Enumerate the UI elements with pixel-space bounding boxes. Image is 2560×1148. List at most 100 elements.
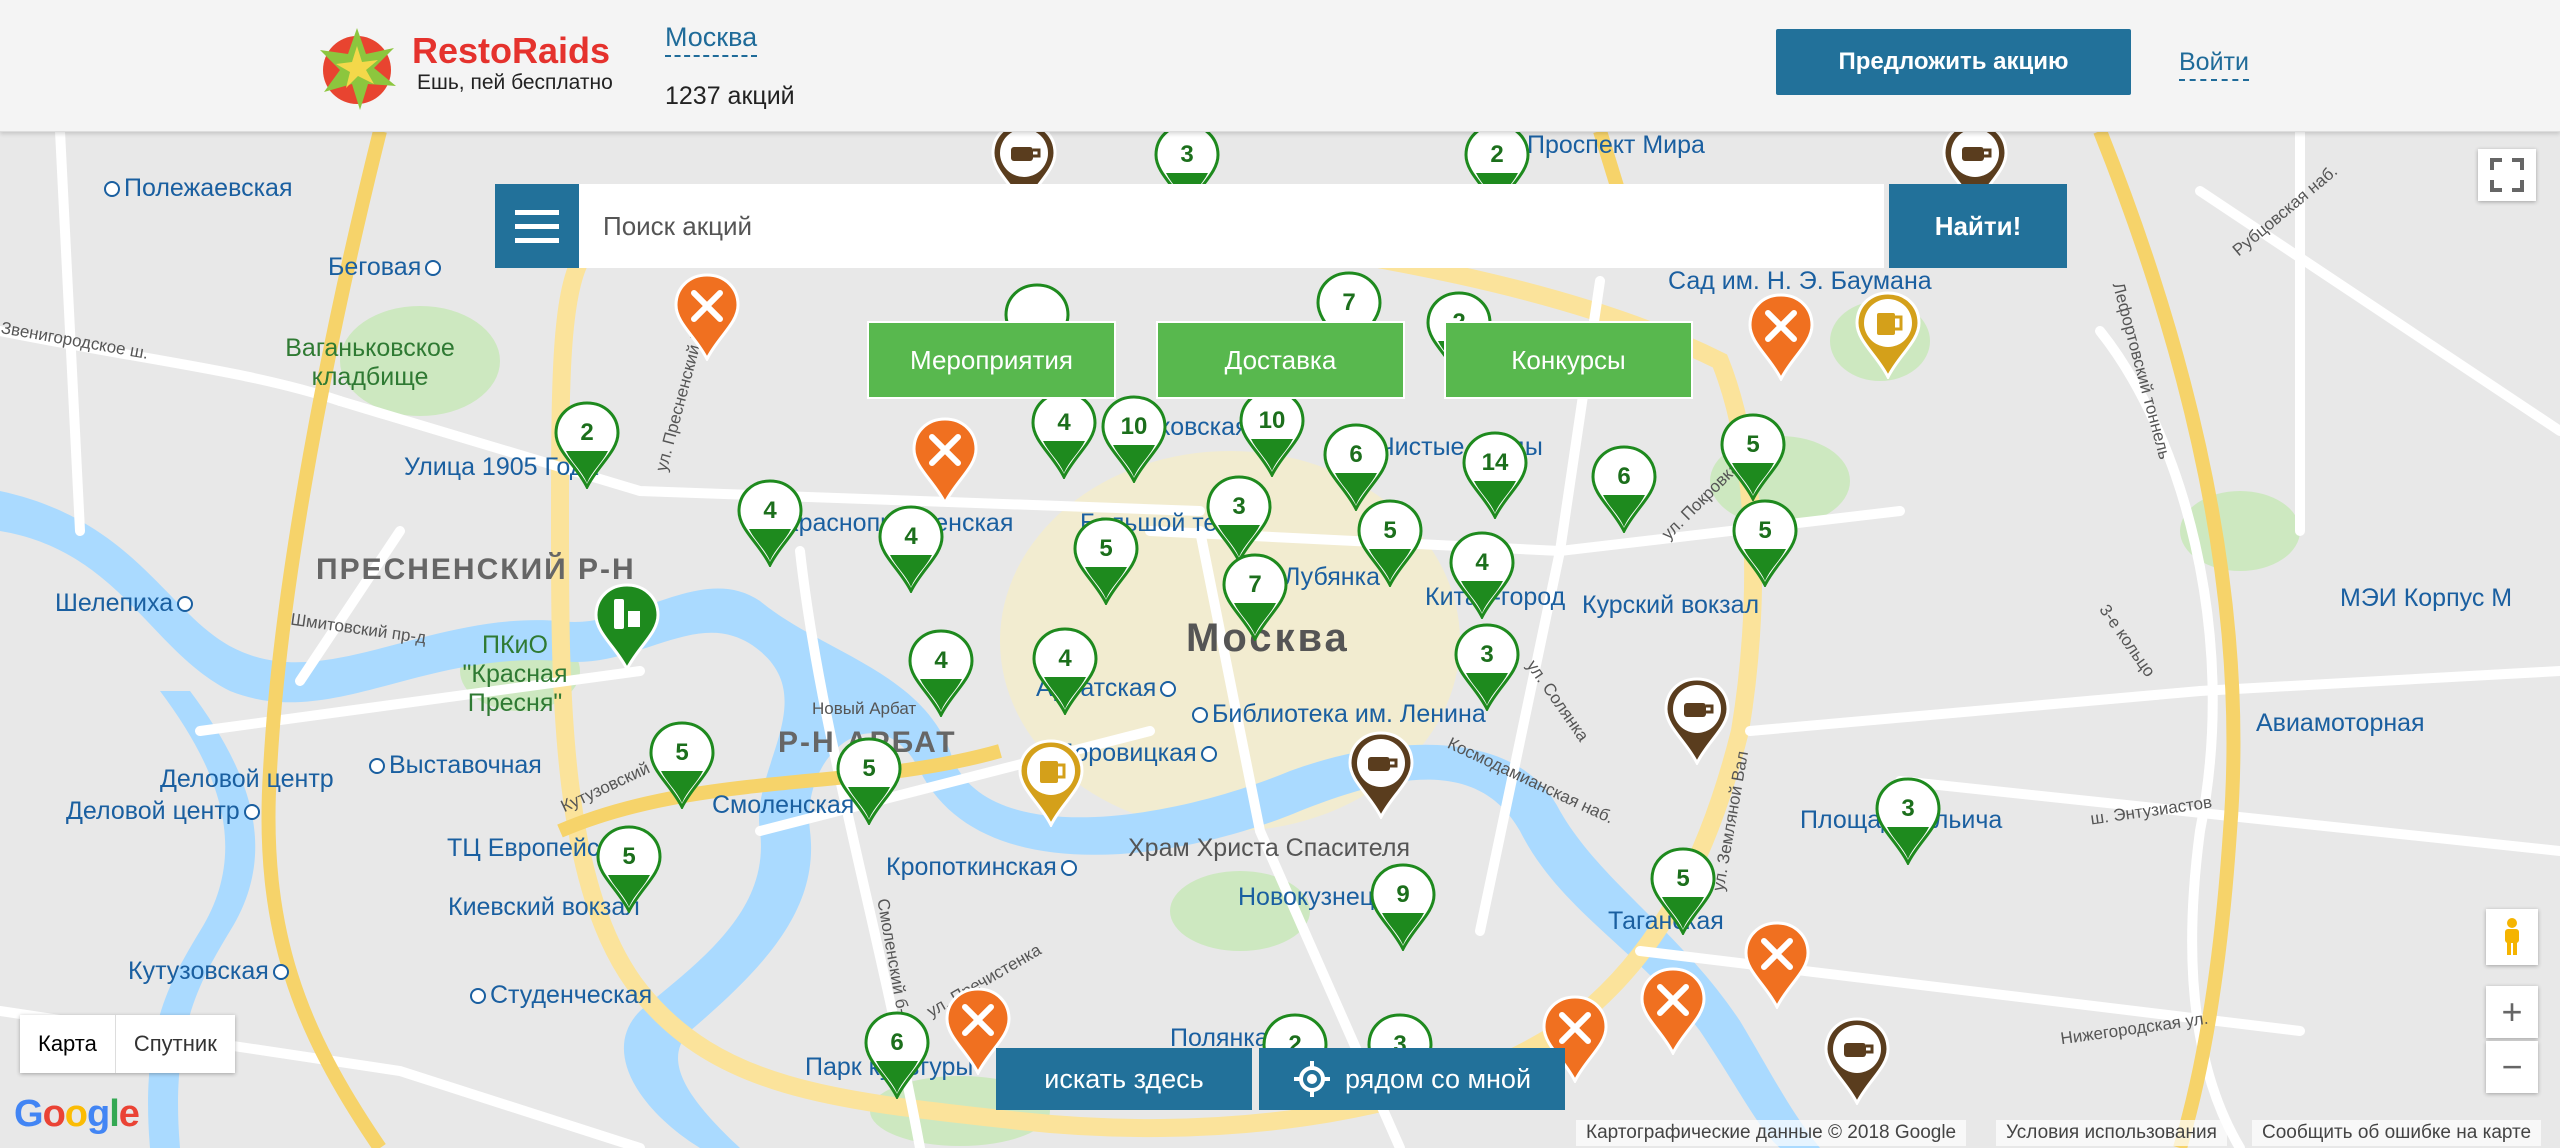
coffee-cup-marker-icon[interactable] [1346, 729, 1416, 821]
place-label: Шелепиха [55, 589, 197, 618]
drinks-marker-icon[interactable] [592, 581, 662, 673]
deal-count-label: 5 [1758, 517, 1772, 544]
place-label: Выставочная [365, 751, 542, 780]
place-label: Смоленская [712, 791, 855, 819]
menu-button[interactable] [495, 184, 579, 268]
restoraids-logo-icon[interactable] [312, 20, 402, 115]
district-label: ПРЕСНЕНСКИЙ Р-Н [316, 553, 636, 586]
beer-mug-marker-icon[interactable] [1853, 289, 1923, 381]
deal-count-label: 7 [1248, 571, 1262, 598]
place-label: Проспект Мира [1527, 131, 1705, 159]
deal-marker[interactable]: 4 [1030, 625, 1100, 717]
deal-marker[interactable]: 4 [876, 503, 946, 595]
zoom-in-button[interactable]: + [2486, 986, 2538, 1038]
deal-count-label: 5 [862, 755, 876, 782]
login-link[interactable]: Войти [2179, 48, 2249, 81]
deal-marker[interactable]: 5 [834, 735, 904, 827]
deal-marker[interactable]: 6 [862, 1009, 932, 1101]
deal-marker[interactable]: 14 [1460, 429, 1530, 521]
place-label: Студенческая [466, 981, 652, 1010]
deal-count-label: 10 [1120, 413, 1148, 440]
fullscreen-button[interactable] [2478, 149, 2536, 201]
offer-deal-button[interactable]: Предложить акцию [1776, 29, 2131, 95]
deal-count-label: 3 [1232, 493, 1246, 520]
pegman-icon [2505, 918, 2519, 955]
map-type-map[interactable]: Карта [20, 1015, 116, 1073]
deal-count-label: 5 [1676, 865, 1690, 892]
deal-count-label: 4 [934, 647, 948, 674]
deal-count-label: 7 [1342, 289, 1356, 316]
near-me-button[interactable]: рядом со мной [1259, 1048, 1565, 1110]
deal-marker[interactable]: 9 [1368, 861, 1438, 953]
deal-marker[interactable]: 5 [1355, 497, 1425, 589]
filter-events-button[interactable]: Мероприятия [867, 321, 1116, 399]
deal-marker[interactable]: 5 [647, 719, 717, 811]
deals-count: 1237 акций [665, 82, 795, 110]
deal-marker[interactable]: 4 [1029, 389, 1099, 481]
place-label: Курский вокзал [1582, 591, 1760, 619]
deal-marker[interactable]: 4 [1447, 529, 1517, 621]
deal-marker[interactable]: 10 [1099, 393, 1169, 485]
place-label: Полежаевская [100, 174, 293, 203]
deal-marker[interactable]: 4 [735, 477, 805, 569]
brand-tagline: Ешь, пей бесплатно [417, 71, 613, 94]
deal-marker[interactable]: 5 [1648, 845, 1718, 937]
zoom-out-button[interactable]: − [2486, 1041, 2538, 1093]
deal-marker[interactable]: 6 [1589, 443, 1659, 535]
restaurant-marker-icon[interactable] [1746, 291, 1816, 383]
filter-contests-button[interactable]: Конкурсы [1444, 321, 1693, 399]
deal-marker[interactable]: 3 [1204, 473, 1274, 565]
deal-marker[interactable]: 3 [1452, 621, 1522, 713]
deal-marker[interactable]: 5 [1071, 515, 1141, 607]
restaurant-marker-icon[interactable] [1638, 965, 1708, 1057]
deal-marker[interactable]: 5 [1730, 497, 1800, 589]
search-input[interactable] [579, 184, 1884, 268]
deal-marker[interactable]: 10 [1237, 387, 1307, 479]
filter-delivery-button[interactable]: Доставка [1156, 321, 1405, 399]
deal-count-label: 2 [580, 419, 594, 446]
google-logo[interactable]: Google [14, 1093, 140, 1136]
place-label: Авиамоторная [2256, 709, 2425, 737]
search-here-button[interactable]: искать здесь [996, 1048, 1252, 1110]
report-error-link[interactable]: Сообщить об ошибке на карте [2252, 1120, 2542, 1146]
deal-count-label: 5 [1746, 431, 1760, 458]
deal-marker[interactable]: 7 [1220, 551, 1290, 643]
brand-name[interactable]: RestoRaids [412, 30, 610, 72]
deal-marker[interactable]: 4 [906, 627, 976, 719]
map-type-control: Карта Спутник [20, 1015, 235, 1073]
place-label: Ваганьковское кладбище [285, 334, 455, 391]
deal-count-label: 3 [1180, 141, 1194, 168]
deal-count-label: 14 [1481, 449, 1509, 476]
city-selector[interactable]: Москва [665, 22, 758, 57]
fullscreen-icon [2490, 158, 2524, 192]
deal-count-label: 2 [1490, 141, 1504, 168]
restaurant-marker-icon[interactable] [910, 415, 980, 507]
deal-count-label: 4 [1058, 645, 1072, 672]
place-label: Деловой центр [160, 765, 334, 793]
deal-count-label: 5 [1099, 535, 1113, 562]
deal-count-label: 9 [1396, 881, 1410, 908]
map[interactable]: ПРЕСНЕНСКИЙ Р-Н Р-Н АРБАТ Москва Полежае… [0, 131, 2560, 1148]
coffee-cup-marker-icon[interactable] [1822, 1015, 1892, 1107]
deal-count-label: 10 [1258, 407, 1286, 434]
map-data-attribution[interactable]: Картографические данные © 2018 Google [1576, 1120, 1967, 1146]
restaurant-marker-icon[interactable] [1742, 919, 1812, 1011]
coffee-cup-marker-icon[interactable] [1662, 675, 1732, 767]
find-button[interactable]: Найти! [1889, 184, 2067, 268]
deal-count-label: 4 [763, 497, 777, 524]
beer-mug-marker-icon[interactable] [1016, 737, 1086, 829]
deal-marker[interactable]: 5 [1718, 411, 1788, 503]
deal-marker[interactable]: 3 [1873, 775, 1943, 867]
terms-link[interactable]: Условия использования [1996, 1120, 2227, 1146]
locate-icon [1293, 1061, 1330, 1097]
deal-count-label: 6 [890, 1029, 904, 1056]
map-type-satellite[interactable]: Спутник [116, 1015, 235, 1073]
deal-count-label: 5 [1383, 517, 1397, 544]
street-view-pegman[interactable] [2486, 909, 2538, 965]
deal-marker[interactable]: 2 [552, 399, 622, 491]
deal-count-label: 4 [1475, 549, 1489, 576]
deal-count-label: 6 [1349, 441, 1363, 468]
place-label: Кропоткинская [886, 853, 1081, 882]
restaurant-marker-icon[interactable] [672, 271, 742, 363]
deal-marker[interactable]: 5 [594, 823, 664, 915]
